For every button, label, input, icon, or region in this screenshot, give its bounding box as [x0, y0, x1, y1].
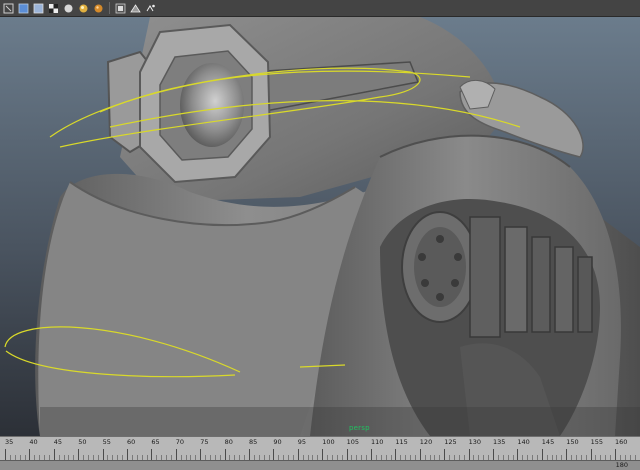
- timeline-frame-label: 130: [468, 438, 482, 446]
- timeline-frame-label: 45: [53, 438, 63, 446]
- time-slider[interactable]: 35 40 45 50 55 60 65 70 75 80 85 90 95 100 105 110 115 12…: [0, 436, 640, 461]
- timeline-frame-label: 145: [541, 438, 555, 446]
- timeline-frame-label: 35: [5, 438, 14, 446]
- timeline-frame-label: 120: [419, 438, 433, 446]
- camera-attributes-icon[interactable]: [144, 2, 157, 15]
- camera-name-label: persp: [349, 424, 370, 432]
- timeline-frame-label: 110: [371, 438, 384, 446]
- timeline-frame-label: 115: [395, 438, 408, 446]
- range-end-value: 180: [615, 461, 628, 469]
- perspective-viewport[interactable]: [0, 17, 640, 436]
- lighting-icon[interactable]: [62, 2, 75, 15]
- timeline-frame-label: 100: [322, 438, 335, 446]
- toolbar-separator: [109, 2, 110, 14]
- shadows-icon[interactable]: [77, 2, 90, 15]
- timeline-frame-label: 95: [297, 438, 307, 446]
- timeline-frame-label: 80: [224, 438, 233, 446]
- smooth-shade-icon[interactable]: [32, 2, 45, 15]
- timeline-frame-label: 55: [102, 438, 111, 446]
- viewport-toolbar: [0, 0, 640, 17]
- timeline-frame-label: 160: [615, 438, 628, 446]
- select-object-icon[interactable]: [2, 2, 15, 15]
- timeline-frame-label: 90: [273, 438, 282, 446]
- timeline-frame-label: 105: [346, 438, 360, 446]
- timeline-frame-label: 140: [517, 438, 530, 446]
- range-slider[interactable]: 180: [0, 460, 640, 470]
- timeline-frame-label: 135: [493, 438, 506, 446]
- timeline-frame-label: 85: [249, 438, 258, 446]
- timeline-frame-label: 40: [29, 438, 38, 446]
- xray-icon[interactable]: [129, 2, 142, 15]
- ambient-occlusion-icon[interactable]: [92, 2, 105, 15]
- isolate-select-icon[interactable]: [114, 2, 127, 15]
- timeline-frame-label: 125: [444, 438, 457, 446]
- timeline-frame-label: 150: [566, 438, 579, 446]
- textured-icon[interactable]: [47, 2, 60, 15]
- wireframe-shading-icon[interactable]: [17, 2, 30, 15]
- timeline-frame-label: 65: [151, 438, 160, 446]
- timeline-frame-label: 70: [175, 438, 185, 446]
- timeline-frame-label: 60: [127, 438, 136, 446]
- timeline-frame-label: 75: [200, 438, 209, 446]
- timeline-frame-label: 50: [78, 438, 87, 446]
- timeline-frame-label: 155: [590, 438, 604, 446]
- maya-viewport-window: persp 35 40 45 50 55 60 65 70 75 80 85 90 95 100 105 11…: [0, 0, 640, 470]
